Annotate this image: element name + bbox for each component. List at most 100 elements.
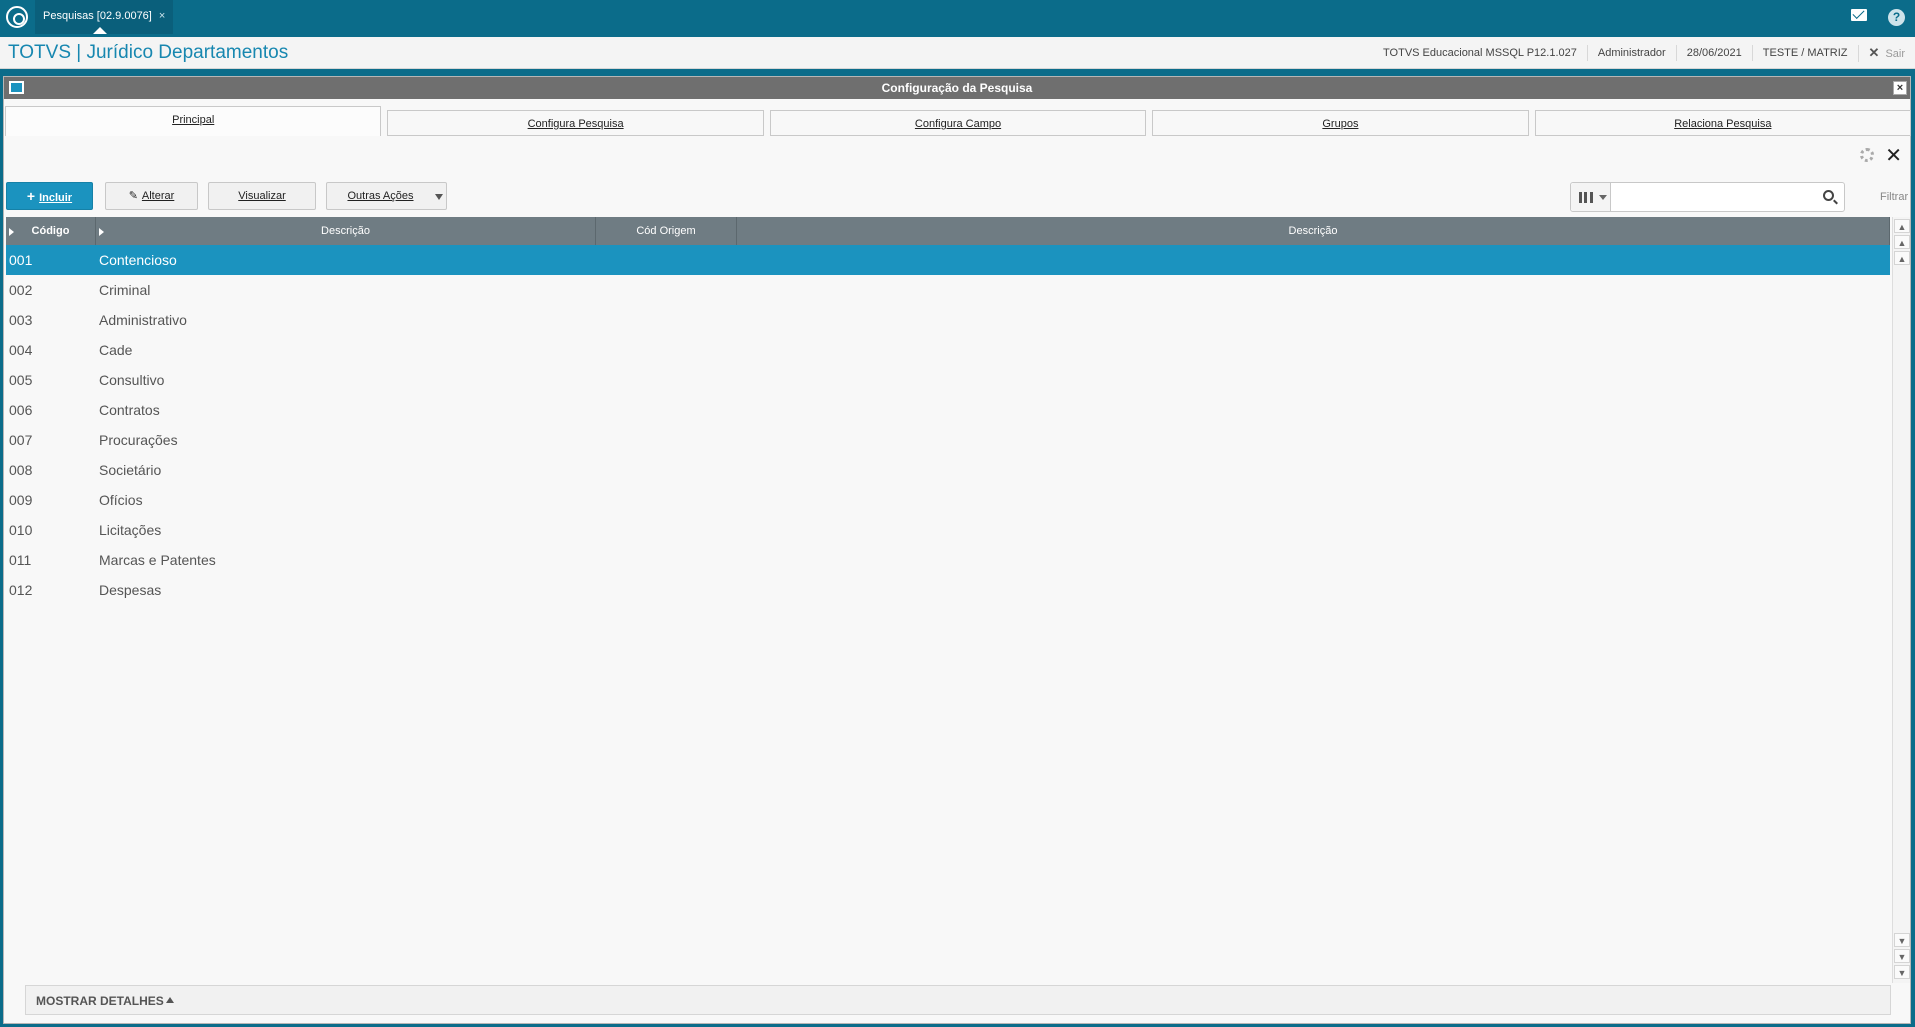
config-window: Configuração da Pesquisa × Principal Con…	[3, 76, 1912, 1024]
cell-descricao: Criminal	[99, 282, 151, 298]
cell-descricao: Despesas	[99, 582, 162, 598]
table-row[interactable]: 006 Contratos	[6, 395, 1890, 425]
cell-codigo: 001	[9, 252, 33, 268]
outras-acoes-button[interactable]: Outras Ações	[326, 182, 447, 210]
title-bar: TOTVS | Jurídico Departamentos TOTVS Edu…	[0, 37, 1915, 69]
cell-codigo: 006	[9, 402, 33, 418]
table-row[interactable]: 008 Societário	[6, 455, 1890, 485]
alterar-button[interactable]: ✎ Alterar	[105, 182, 198, 210]
column-header-label: Cód Origem	[636, 225, 696, 237]
table-row[interactable]: 011 Marcas e Patentes	[6, 545, 1890, 575]
user-label: Administrador	[1586, 45, 1676, 61]
tab-grupos[interactable]: Grupos	[1152, 110, 1529, 136]
totvs-logo-icon[interactable]	[6, 6, 28, 28]
tab-configura-campo[interactable]: Configura Campo	[769, 110, 1147, 136]
close-icon: ✕	[1868, 44, 1880, 60]
page-title: TOTVS | Jurídico Departamentos	[8, 42, 289, 63]
table-row[interactable]: 012 Despesas	[6, 575, 1890, 605]
help-icon[interactable]: ?	[1888, 9, 1905, 26]
cell-codigo: 005	[9, 372, 33, 388]
app-tab-close-icon[interactable]: ×	[159, 10, 165, 22]
cell-codigo: 003	[9, 312, 33, 328]
table-row[interactable]: 005 Consultivo	[6, 365, 1890, 395]
show-details-bar[interactable]: MOSTRAR DETALHES	[25, 985, 1891, 1015]
cell-descricao: Contratos	[99, 402, 160, 418]
expand-arrow-icon	[99, 228, 104, 236]
column-header-codigo[interactable]: Código	[6, 217, 96, 245]
cell-descricao: Administrativo	[99, 312, 187, 328]
active-tab-caret-icon	[93, 27, 107, 34]
column-header-descricao[interactable]: Descrição	[96, 217, 596, 245]
cell-descricao: Contencioso	[99, 252, 177, 268]
close-icon[interactable]: ✕	[1885, 143, 1902, 168]
table-row[interactable]: 003 Administrativo	[6, 305, 1890, 335]
scroll-up-icon[interactable]: ▲	[1894, 251, 1910, 265]
tab-bar: Principal Configura Pesquisa Configura C…	[5, 106, 1912, 136]
scroll-first-icon[interactable]: ▲	[1894, 219, 1910, 233]
cell-descricao: Consultivo	[99, 372, 165, 388]
table-row[interactable]: 007 Procurações	[6, 425, 1890, 455]
session-info: TOTVS Educacional MSSQL P12.1.027 Admini…	[1373, 37, 1915, 69]
cell-codigo: 002	[9, 282, 33, 298]
grid-header: Código Descrição Cód Origem Descrição	[6, 217, 1890, 245]
scroll-page-down-icon[interactable]: ▼	[1894, 949, 1910, 963]
gear-icon[interactable]	[1860, 148, 1874, 162]
logout-label: Sair	[1885, 47, 1905, 60]
cell-codigo: 011	[9, 552, 32, 568]
date-label: 28/06/2021	[1675, 45, 1752, 61]
column-selector-button[interactable]	[1571, 183, 1611, 211]
vertical-scrollbar[interactable]: ▲ ▲ ▲ ▼ ▼ ▼	[1892, 217, 1910, 983]
search-input[interactable]	[1615, 186, 1815, 208]
alterar-label: Alterar	[141, 190, 175, 202]
window-header: Configuração da Pesquisa ×	[4, 77, 1910, 99]
table-row[interactable]: 010 Licitações	[6, 515, 1890, 545]
tab-relaciona-pesquisa[interactable]: Relaciona Pesquisa	[1534, 110, 1912, 136]
top-app-bar: Pesquisas [02.9.0076] × ?	[0, 0, 1915, 34]
chevron-up-icon	[166, 997, 174, 1003]
table-row[interactable]: 004 Cade	[6, 335, 1890, 365]
cell-descricao: Societário	[99, 462, 162, 478]
cell-descricao: Cade	[99, 342, 133, 358]
filter-label[interactable]: Filtrar	[1880, 191, 1908, 203]
cell-descricao: Procurações	[99, 432, 178, 448]
scroll-page-up-icon[interactable]: ▲	[1894, 235, 1910, 249]
visualizar-button[interactable]: Visualizar	[208, 182, 316, 210]
outras-acoes-label: Outras Ações	[347, 190, 414, 202]
plus-icon: +	[26, 188, 36, 204]
app-tab-label: Pesquisas [02.9.0076]	[43, 10, 152, 22]
table-row[interactable]: 002 Criminal	[6, 275, 1890, 305]
incluir-label: Incluir	[39, 192, 73, 204]
scroll-last-icon[interactable]: ▼	[1894, 965, 1910, 979]
column-header-label: Descrição	[321, 225, 370, 237]
visualizar-label: Visualizar	[238, 190, 286, 202]
logout-button[interactable]: ✕ Sair	[1857, 44, 1915, 62]
column-header-label: Código	[31, 225, 70, 237]
environment-label: TOTVS Educacional MSSQL P12.1.027	[1383, 47, 1577, 59]
cell-codigo: 008	[9, 462, 33, 478]
app-tab-pesquisas[interactable]: Pesquisas [02.9.0076] ×	[35, 0, 174, 34]
column-header-descricao-2[interactable]: Descrição	[737, 217, 1890, 245]
tab-principal[interactable]: Principal	[5, 106, 382, 136]
chevron-down-icon	[1599, 195, 1607, 200]
table-row[interactable]: 001 Contencioso	[6, 245, 1890, 275]
table-row[interactable]: 009 Ofícios	[6, 485, 1890, 515]
columns-icon	[1579, 192, 1593, 203]
column-header-cod-origem[interactable]: Cód Origem	[596, 217, 737, 245]
pencil-icon: ✎	[128, 190, 138, 202]
branch-label[interactable]: TESTE / MATRIZ	[1751, 45, 1858, 61]
tab-configura-pesquisa[interactable]: Configura Pesquisa	[387, 110, 764, 136]
cell-codigo: 009	[9, 492, 33, 508]
scroll-down-icon[interactable]: ▼	[1894, 933, 1910, 947]
cell-descricao: Ofícios	[99, 492, 143, 508]
show-details-label: MOSTRAR DETALHES	[36, 994, 164, 1008]
grid-body: 001 Contencioso 002 Criminal 003 Administrati…	[6, 245, 1890, 605]
mail-icon[interactable]	[1851, 9, 1867, 21]
cell-descricao: Licitações	[99, 522, 162, 538]
cell-codigo: 007	[9, 432, 33, 448]
incluir-button[interactable]: + Incluir	[6, 182, 93, 210]
window-close-icon[interactable]: ×	[1893, 81, 1907, 95]
cell-codigo: 010	[9, 522, 33, 538]
search-icon[interactable]	[1823, 190, 1834, 201]
data-grid: Código Descrição Cód Origem Descrição 00…	[6, 217, 1890, 983]
window-title: Configuração da Pesquisa	[881, 81, 1033, 95]
